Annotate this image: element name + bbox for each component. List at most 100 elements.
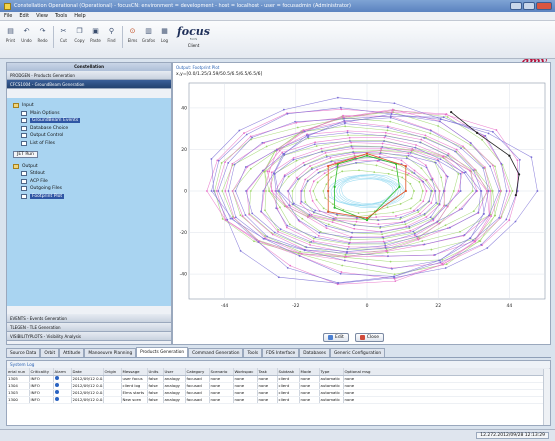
cut-icon: ✂ bbox=[60, 27, 67, 35]
data-point bbox=[353, 152, 356, 155]
data-point bbox=[409, 152, 412, 154]
data-point bbox=[282, 108, 285, 111]
tab-tools[interactable]: Tools bbox=[243, 348, 263, 357]
footprint-plot-panel: -44 -22 0 22 44 -40 -20 0 20 40 Output: Footprint… bbox=[172, 62, 551, 345]
tree-item-output[interactable]: Output bbox=[11, 163, 171, 171]
data-point bbox=[262, 190, 265, 192]
document-icon bbox=[21, 118, 27, 124]
menu-file[interactable]: File bbox=[4, 13, 12, 19]
log-cell: automatic bbox=[319, 396, 344, 404]
log-side-toolbar[interactable] bbox=[543, 369, 550, 425]
print-button[interactable]: ▤ Print bbox=[3, 26, 18, 43]
log-column-header[interactable]: Scenario bbox=[209, 368, 234, 376]
log-column-header[interactable]: Criticality bbox=[29, 368, 54, 376]
data-point bbox=[471, 190, 474, 192]
menu-edit[interactable]: Edit bbox=[19, 13, 29, 19]
chart-buttons: Edit Close bbox=[323, 333, 384, 342]
log-column-header[interactable]: erial nun bbox=[7, 368, 30, 376]
cut-button[interactable]: ✂ Cut bbox=[56, 26, 71, 43]
log-column-header[interactable]: Alarm bbox=[53, 368, 72, 376]
data-point bbox=[215, 190, 218, 192]
data-point bbox=[307, 134, 310, 137]
tree-item-groundbeam-events[interactable]: GroundBeam Events bbox=[11, 117, 171, 125]
tab-orbit[interactable]: Orbit bbox=[40, 348, 60, 357]
data-point bbox=[221, 190, 224, 192]
tree-item-stdout[interactable]: Stdout bbox=[11, 170, 171, 178]
elms-button[interactable]: ⊙ Elms bbox=[125, 26, 140, 43]
tree-item-acp-file[interactable]: ACP File bbox=[11, 178, 171, 186]
tab-databases[interactable]: Databases bbox=[299, 348, 330, 357]
data-point bbox=[308, 215, 311, 218]
tab-products-generation[interactable]: Products Generation bbox=[136, 347, 189, 357]
data-point bbox=[457, 173, 460, 175]
data-point bbox=[229, 217, 232, 220]
status-timestamp: 12.272.2012/09/28 12:13:29 bbox=[476, 432, 549, 439]
tab-fds-interface[interactable]: FDS Interface bbox=[262, 348, 300, 357]
log-column-header[interactable]: Category bbox=[185, 368, 210, 376]
tree-item-database-choice[interactable]: Database Choice bbox=[11, 125, 171, 133]
undo-button[interactable]: ↶ Undo bbox=[19, 26, 34, 43]
tab-attitude[interactable]: Attitude bbox=[59, 348, 85, 357]
active-task[interactable]: CFCS1004 - GroundBeam Generation bbox=[7, 80, 171, 89]
data-point bbox=[430, 248, 433, 251]
grafos-button[interactable]: ▥ Grafos bbox=[141, 26, 156, 43]
log-row[interactable]: 1304 INFO 2012/09/12 0.0.5 client log false a… bbox=[7, 382, 550, 390]
data-point bbox=[294, 120, 296, 123]
close-plot-button[interactable]: Close bbox=[354, 333, 384, 342]
section-visibility[interactable]: VISIBILITYPLOTS - Visibility Analysis bbox=[7, 332, 171, 341]
log-column-header[interactable]: Date bbox=[71, 368, 104, 376]
footprint-chart[interactable]: -44 -22 0 22 44 -40 -20 0 20 40 bbox=[173, 63, 550, 331]
data-point bbox=[482, 167, 485, 169]
data-point bbox=[413, 190, 415, 192]
log-row[interactable]: 1305 INFO 2012/09/12 0.0.5 user focus false a… bbox=[7, 375, 550, 383]
data-point bbox=[409, 207, 412, 210]
section-prodgen[interactable]: PRODGEN - Products Generation bbox=[7, 71, 171, 80]
tree-item-input[interactable]: Input bbox=[11, 102, 171, 110]
log-column-header[interactable]: User bbox=[163, 368, 186, 376]
tree-item-output-control[interactable]: Output Control bbox=[11, 132, 171, 140]
menu-view[interactable]: View bbox=[36, 13, 48, 19]
log-row[interactable]: 1300 INFO 2012/09/12 0.0.5 New scen false ana… bbox=[7, 396, 550, 404]
tree-item-list-of-files[interactable]: List of Files bbox=[11, 140, 171, 148]
log-column-header[interactable]: Optional msg bbox=[343, 368, 550, 376]
redo-button[interactable]: ↷ Redo bbox=[35, 26, 50, 43]
data-point bbox=[310, 213, 313, 216]
tree-item-main-options[interactable]: Main Options bbox=[11, 110, 171, 118]
find-button[interactable]: ⚲ Find bbox=[104, 26, 119, 43]
paste-button[interactable]: ▣ Paste bbox=[88, 26, 103, 43]
data-point bbox=[316, 168, 319, 171]
log-column-header[interactable]: Subtask bbox=[277, 368, 300, 376]
maximize-button[interactable] bbox=[523, 2, 535, 10]
menu-help[interactable]: Help bbox=[74, 13, 85, 19]
data-point bbox=[482, 213, 485, 215]
minimize-button[interactable] bbox=[510, 2, 522, 10]
log-column-header[interactable]: Origin bbox=[103, 368, 122, 376]
info-icon bbox=[54, 376, 59, 380]
section-tlegen[interactable]: TLEGEN - TLE Generation bbox=[7, 323, 171, 332]
edit-button[interactable]: Edit bbox=[323, 333, 349, 342]
close-window-button[interactable] bbox=[536, 2, 552, 10]
log-column-header[interactable]: Task bbox=[257, 368, 278, 376]
tab-generic-configuration[interactable]: Generic Configuration bbox=[329, 348, 386, 357]
focus-client-button[interactable]: focus FoCS Client bbox=[177, 26, 210, 48]
data-point bbox=[429, 216, 432, 219]
tab-source-data[interactable]: Source Data bbox=[6, 348, 41, 357]
data-point bbox=[393, 166, 396, 169]
copy-button[interactable]: ❐ Copy bbox=[72, 26, 87, 43]
log-column-header[interactable]: Message bbox=[121, 368, 148, 376]
data-point bbox=[289, 264, 292, 267]
run-button[interactable]: JET Run bbox=[13, 151, 38, 159]
log-column-header[interactable]: Type bbox=[319, 368, 344, 376]
section-events[interactable]: EVENTS - Events Generation bbox=[7, 314, 171, 323]
data-point bbox=[395, 215, 397, 217]
log-column-header[interactable]: Workspac bbox=[233, 368, 258, 376]
log-button[interactable]: ▦ Log bbox=[157, 26, 172, 43]
tab-manoeuvre-planning[interactable]: Manoeuvre Planning bbox=[84, 348, 137, 357]
tree-item-outgoing-files[interactable]: Outgoing Files bbox=[11, 185, 171, 193]
tab-command-generation[interactable]: Command Generation bbox=[188, 348, 244, 357]
menu-tools[interactable]: Tools bbox=[55, 13, 67, 19]
log-row[interactable]: 1303 INFO 2012/09/12 0.0.5 Elms starts false… bbox=[7, 389, 550, 397]
tree-item-footprint-plot[interactable]: Footprint Plot bbox=[11, 193, 171, 201]
log-column-header[interactable]: Units bbox=[147, 368, 164, 376]
log-column-header[interactable]: Mode bbox=[299, 368, 320, 376]
